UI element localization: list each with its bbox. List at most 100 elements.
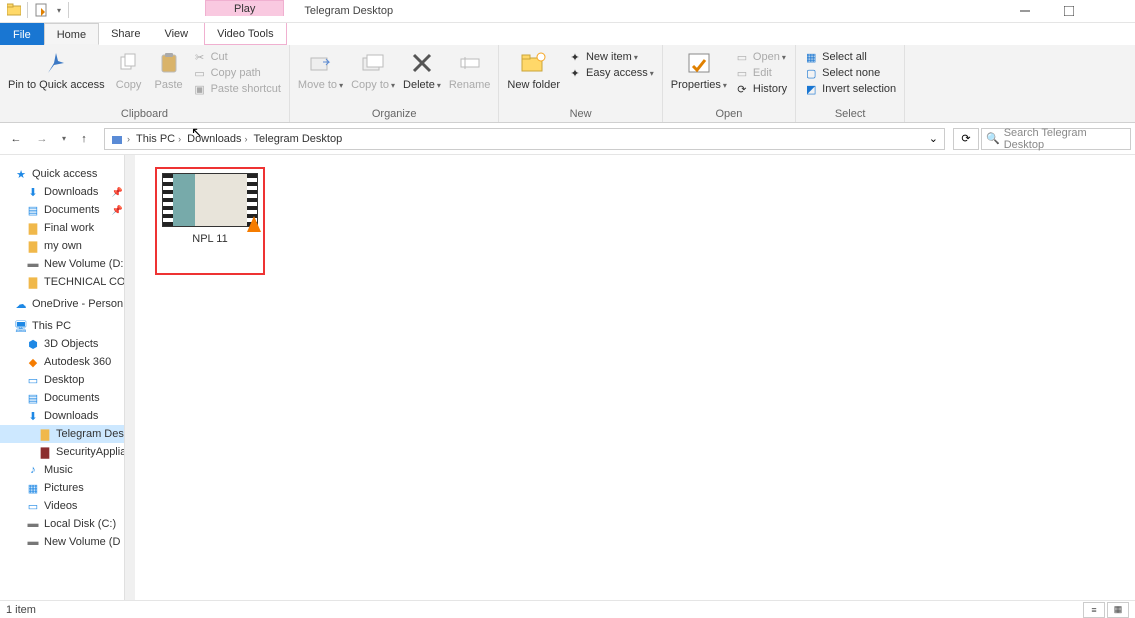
- pin-label: Pin to Quick access: [8, 79, 105, 91]
- search-input[interactable]: 🔍 Search Telegram Desktop: [981, 128, 1131, 150]
- sidebar-item-my-own[interactable]: ▇my own: [0, 237, 135, 255]
- open-button[interactable]: ▭Open: [731, 49, 791, 65]
- autodesk-icon: ◆: [26, 355, 40, 369]
- tab-home[interactable]: Home: [44, 23, 99, 45]
- crumb-downloads[interactable]: Downloads›: [184, 133, 250, 145]
- group-new: New folder ✦New item ✦Easy access New: [499, 45, 662, 122]
- thumbnails-view-button[interactable]: ▦: [1107, 602, 1129, 618]
- paste-shortcut-button[interactable]: ▣Paste shortcut: [189, 81, 285, 97]
- delete-icon: [408, 49, 436, 77]
- folder-icon: ▇: [26, 221, 40, 235]
- video-thumbnail: [162, 173, 258, 227]
- sidebar-item-videos[interactable]: ▭Videos: [0, 497, 135, 515]
- cut-button[interactable]: ✂Cut: [189, 49, 285, 65]
- scrollbar-thumb[interactable]: [126, 157, 134, 171]
- paste-shortcut-icon: ▣: [193, 82, 207, 96]
- qat-customize[interactable]: [53, 2, 63, 18]
- rename-button[interactable]: Rename: [445, 47, 495, 93]
- properties-icon[interactable]: [33, 2, 49, 18]
- crumb-this-pc[interactable]: This PC›: [133, 133, 184, 145]
- group-label-select: Select: [800, 108, 900, 122]
- history-button[interactable]: ⟳History: [731, 81, 791, 97]
- easy-access-icon: ✦: [568, 66, 582, 80]
- select-all-button[interactable]: ▦Select all: [800, 49, 900, 65]
- sidebar-item-3d-objects[interactable]: ⬢3D Objects: [0, 335, 135, 353]
- file-item[interactable]: NPL 11: [155, 167, 265, 275]
- properties-icon: [685, 49, 713, 77]
- copy-button[interactable]: Copy: [109, 47, 149, 93]
- file-name: NPL 11: [161, 233, 259, 245]
- content-pane[interactable]: NPL 11: [135, 155, 1135, 600]
- sidebar-item-technical[interactable]: ▇TECHNICAL COI: [0, 273, 135, 291]
- up-button[interactable]: ↑: [72, 127, 96, 151]
- edit-button[interactable]: ▭Edit: [731, 65, 791, 81]
- open-icon: ▭: [735, 50, 749, 64]
- tab-view[interactable]: View: [152, 23, 200, 45]
- folder-icon: ▇: [26, 275, 40, 289]
- main-area: ★Quick access ⬇Downloads📌 ▤Documents📌 ▇F…: [0, 155, 1135, 600]
- navigation-pane[interactable]: ★Quick access ⬇Downloads📌 ▤Documents📌 ▇F…: [0, 155, 135, 600]
- select-none-button[interactable]: ▢Select none: [800, 65, 900, 81]
- drive-icon: ▬: [26, 257, 40, 271]
- copy-path-button[interactable]: ▭Copy path: [189, 65, 285, 81]
- recent-locations-button[interactable]: [56, 127, 70, 151]
- move-to-button[interactable]: Move to: [294, 47, 347, 93]
- sidebar-item-final-work[interactable]: ▇Final work: [0, 219, 135, 237]
- delete-button[interactable]: Delete: [399, 47, 445, 93]
- sidebar-item-security[interactable]: ▇SecurityApplian: [0, 443, 135, 461]
- doc-icon: ▤: [26, 391, 40, 405]
- sidebar-item-autodesk[interactable]: ◆Autodesk 360: [0, 353, 135, 371]
- sidebar-item-local-disk[interactable]: ▬Local Disk (C:): [0, 515, 135, 533]
- sidebar-item-music[interactable]: ♪Music: [0, 461, 135, 479]
- tab-share[interactable]: Share: [99, 23, 152, 45]
- new-item-button[interactable]: ✦New item: [564, 49, 658, 65]
- sidebar-item-desktop[interactable]: ▭Desktop: [0, 371, 135, 389]
- new-folder-button[interactable]: New folder: [503, 47, 564, 93]
- refresh-button[interactable]: ⟳: [953, 128, 979, 150]
- group-open: Properties ▭Open ▭Edit ⟳History Open: [663, 45, 796, 122]
- rename-icon: [456, 49, 484, 77]
- tab-file[interactable]: File: [0, 23, 44, 45]
- maximize-button[interactable]: [1047, 0, 1091, 22]
- sidebar-item-downloads[interactable]: ⬇Downloads📌: [0, 183, 135, 201]
- sidebar-item-documents-pc[interactable]: ▤Documents: [0, 389, 135, 407]
- copy-label: Copy: [116, 79, 142, 91]
- group-label-organize: Organize: [294, 108, 494, 122]
- minimize-button[interactable]: [1003, 0, 1047, 22]
- copy-to-button[interactable]: Copy to: [347, 47, 399, 93]
- forward-button[interactable]: →: [30, 127, 54, 151]
- group-organize: Move to Copy to Delete Rename Organize: [290, 45, 499, 122]
- sidebar-item-pictures[interactable]: ▦Pictures: [0, 479, 135, 497]
- copy-to-label: Copy to: [351, 79, 395, 91]
- properties-button[interactable]: Properties: [667, 47, 731, 93]
- easy-access-button[interactable]: ✦Easy access: [564, 65, 658, 81]
- back-button[interactable]: ←: [4, 127, 28, 151]
- invert-selection-button[interactable]: ◩Invert selection: [800, 81, 900, 97]
- music-icon: ♪: [26, 463, 40, 477]
- address-bar-row: ← → ↑ › This PC› Downloads› Telegram Des…: [0, 123, 1135, 155]
- address-bar[interactable]: › This PC› Downloads› Telegram Desktop ⌄: [104, 128, 945, 150]
- crumb-telegram-desktop[interactable]: Telegram Desktop: [251, 133, 346, 145]
- sidebar-item-new-volume-d[interactable]: ▬New Volume (D: [0, 533, 135, 551]
- properties-label: Properties: [671, 79, 727, 91]
- crumb-root-icon[interactable]: ›: [107, 132, 133, 146]
- sidebar-item-telegram-desktop[interactable]: ▇Telegram Deskt: [0, 425, 135, 443]
- archive-icon: ▇: [38, 445, 52, 459]
- videos-icon: ▭: [26, 499, 40, 513]
- sidebar-item-new-volume[interactable]: ▬New Volume (D:: [0, 255, 135, 273]
- address-dropdown[interactable]: ⌄: [929, 132, 942, 145]
- move-icon: [307, 49, 335, 77]
- sidebar-quick-access[interactable]: ★Quick access: [0, 161, 135, 183]
- folder-icon: ▇: [26, 239, 40, 253]
- pin-to-quick-access-button[interactable]: Pin to Quick access: [4, 47, 109, 93]
- tab-video-tools[interactable]: Video Tools: [204, 23, 286, 45]
- paste-button[interactable]: Paste: [149, 47, 189, 93]
- sidebar-item-documents[interactable]: ▤Documents📌: [0, 201, 135, 219]
- sidebar-this-pc[interactable]: 🖥This PC: [0, 313, 135, 335]
- new-folder-label: New folder: [507, 79, 560, 91]
- sidebar-onedrive[interactable]: ☁OneDrive - Person: [0, 291, 135, 313]
- details-view-button[interactable]: ≡: [1083, 602, 1105, 618]
- rename-label: Rename: [449, 79, 491, 91]
- sidebar-item-downloads-pc[interactable]: ⬇Downloads: [0, 407, 135, 425]
- invert-icon: ◩: [804, 82, 818, 96]
